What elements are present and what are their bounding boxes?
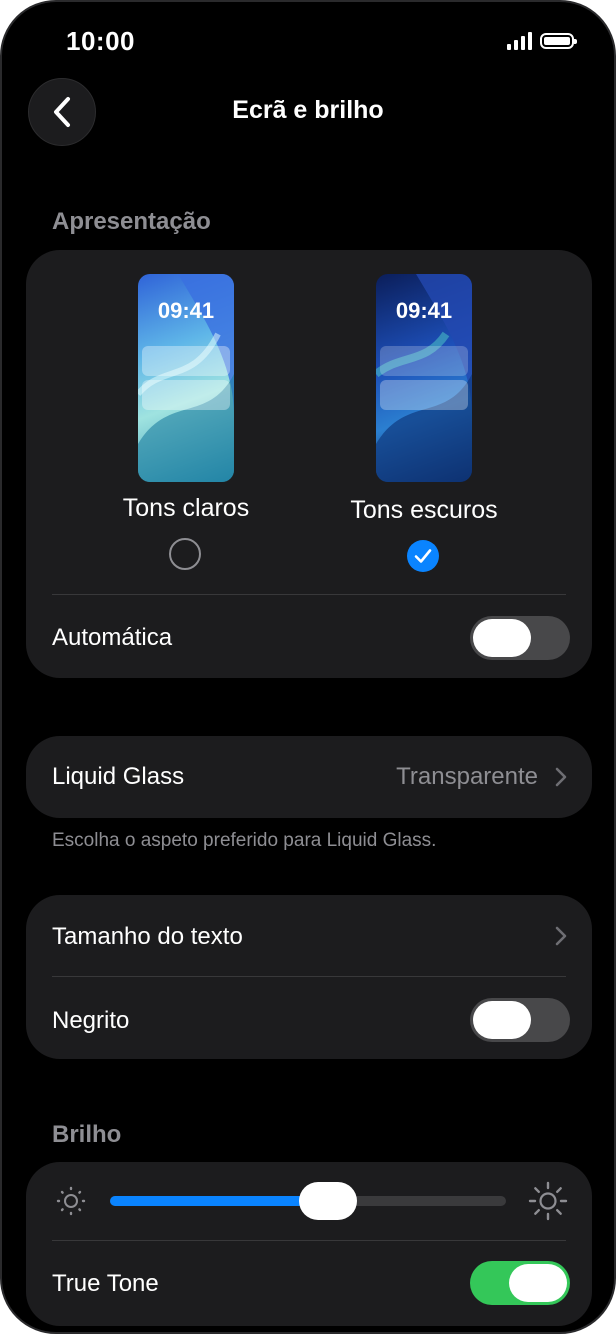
appearance-header: Apresentação [52,208,211,235]
status-time: 10:00 [66,26,135,56]
light-mode-label: Tons claros [122,494,250,522]
bold-text-label: Negrito [52,1007,130,1034]
liquid-glass-value: Transparente [396,763,538,790]
text-size-label: Tamanho do texto [52,923,243,950]
phone-screen: 10:00 Ecrã e brilho Apresentação 09:41 T… [0,0,616,1334]
liquid-glass-row[interactable]: Liquid Glass Transparente [26,736,592,818]
brightness-slider-fill [110,1196,328,1206]
dark-preview-clock: 09:41 [395,298,453,323]
notch [184,2,434,52]
sun-small-icon [56,1186,86,1216]
preview-widget [142,346,230,376]
page-title: Ecrã e brilho [232,96,384,124]
text-size-row[interactable]: Tamanho do texto [26,895,592,977]
light-mode-radio[interactable] [169,538,201,570]
chevron-right-icon [555,767,567,787]
divider [52,594,566,595]
preview-widget [142,380,230,410]
brightness-card: True Tone [26,1162,592,1326]
brightness-slider[interactable] [110,1182,506,1220]
light-preview-clock: 09:41 [157,298,215,323]
true-tone-label: True Tone [52,1270,159,1297]
sun-large-icon [528,1181,568,1221]
appearance-card: 09:41 Tons claros 09:41 Tons escuros Aut… [26,250,592,678]
divider [52,1240,566,1241]
light-mode-preview: 09:41 [138,274,234,482]
dark-mode-label: Tons escuros [350,496,498,524]
bold-text-toggle[interactable] [470,998,570,1042]
battery-icon [540,33,577,49]
toggle-knob [473,1001,531,1039]
automatic-toggle[interactable] [470,616,570,660]
brightness-slider-thumb[interactable] [298,1182,357,1220]
preview-widget [380,380,468,410]
automatic-label: Automática [52,624,173,651]
preview-widget [380,346,468,376]
text-settings-card: Tamanho do texto Negrito [26,895,592,1059]
dark-mode-preview: 09:41 [376,274,472,482]
liquid-glass-footnote: Escolha o aspeto preferido para Liquid G… [52,830,437,851]
chevron-right-icon [555,926,567,946]
status-indicators [507,32,577,50]
true-tone-toggle[interactable] [470,1261,570,1305]
brightness-header: Brilho [52,1121,122,1148]
dark-mode-radio[interactable] [407,540,439,572]
divider [52,976,566,977]
liquid-glass-label: Liquid Glass [52,763,185,790]
toggle-knob [509,1264,567,1302]
signal-icon [507,32,532,50]
toggle-knob [473,619,531,657]
checkmark-icon [414,549,432,563]
